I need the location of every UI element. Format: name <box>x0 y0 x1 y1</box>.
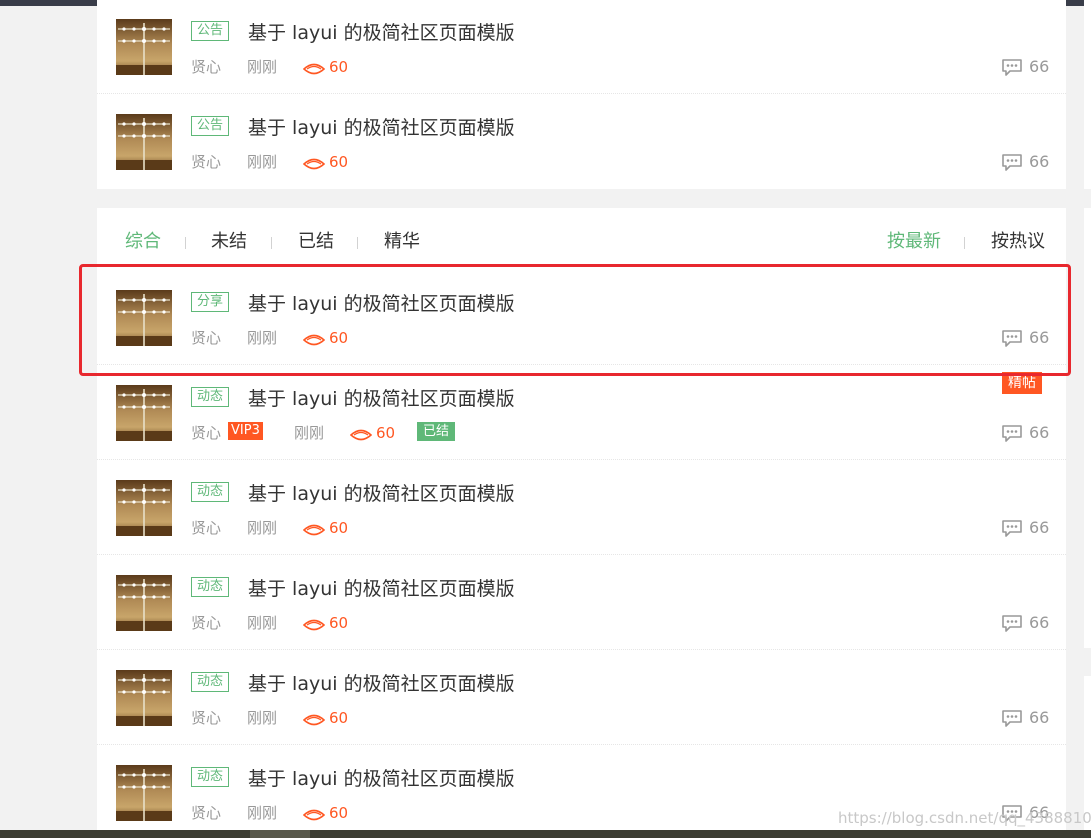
comments-count: 66 <box>1029 613 1050 632</box>
views-count: 60 <box>329 804 349 822</box>
comment-icon <box>1001 153 1023 175</box>
post-author[interactable]: 贤心 <box>191 517 221 539</box>
tab-divider <box>357 237 358 249</box>
sort-hot[interactable]: 按热议 <box>991 227 1045 253</box>
post-time: 刚刚 <box>247 614 278 632</box>
avatar[interactable] <box>116 290 172 346</box>
post-tag: 动态 <box>191 672 230 692</box>
comments-count: 66 <box>1029 152 1050 171</box>
post-author[interactable]: 贤心 <box>191 422 221 444</box>
tab-solved[interactable]: 已结 <box>298 227 334 253</box>
post-time: 刚刚 <box>247 519 278 537</box>
post-title[interactable]: 基于 layui 的极简社区页面模版 <box>248 669 515 696</box>
post-author[interactable]: 贤心 <box>191 612 221 634</box>
comments-count: 66 <box>1029 708 1050 727</box>
post-title[interactable]: 基于 layui 的极简社区页面模版 <box>248 574 515 601</box>
bottom-bar <box>0 830 1091 838</box>
post-title[interactable]: 基于 layui 的极简社区页面模版 <box>248 764 515 791</box>
eye-icon <box>302 155 326 177</box>
filter-tabs: 综合 未结 已结 精华 按最新 按热议 <box>97 208 1066 268</box>
post-time: 刚刚 <box>247 58 278 76</box>
eye-icon <box>302 616 326 638</box>
views-count: 60 <box>329 614 349 632</box>
side-panel-edge <box>1084 208 1091 648</box>
post-title[interactable]: 基于 layui 的极简社区页面模版 <box>248 113 515 140</box>
avatar[interactable] <box>116 114 172 170</box>
comment-icon <box>1001 424 1023 446</box>
sort-divider <box>964 237 965 249</box>
list-item[interactable]: 分享 基于 layui 的极简社区页面模版 贤心 刚刚 60 66 <box>97 271 1066 365</box>
avatar[interactable] <box>116 19 172 75</box>
comment-icon <box>1001 614 1023 636</box>
side-panel-edge <box>1084 0 1091 189</box>
list-item[interactable]: 公告 基于 layui 的极简社区页面模版 贤心 刚刚 60 66 <box>97 95 1066 189</box>
post-time: 刚刚 <box>247 804 278 822</box>
vip-badge: VIP3 <box>228 422 263 440</box>
tab-all[interactable]: 综合 <box>125 227 161 253</box>
post-tag: 动态 <box>191 577 230 597</box>
post-time: 刚刚 <box>247 329 278 347</box>
post-author[interactable]: 贤心 <box>191 56 221 78</box>
comment-icon <box>1001 329 1023 351</box>
post-author[interactable]: 贤心 <box>191 327 221 349</box>
list-item[interactable]: 公告 基于 layui 的极简社区页面模版 贤心 刚刚 60 66 <box>97 0 1066 94</box>
sort-newest[interactable]: 按最新 <box>887 227 941 253</box>
post-tag: 公告 <box>191 21 230 41</box>
post-tag: 动态 <box>191 767 230 787</box>
post-author[interactable]: 贤心 <box>191 707 221 729</box>
list-item[interactable]: 动态 基于 layui 的极简社区页面模版 贤心 刚刚 60 66 <box>97 461 1066 555</box>
eye-icon <box>302 806 326 828</box>
post-tag: 分享 <box>191 292 230 312</box>
views-count: 60 <box>329 519 349 537</box>
comments-count: 66 <box>1029 328 1050 347</box>
list-item[interactable]: 动态 基于 layui 的极简社区页面模版 精帖 贤心 VIP3 刚刚 60 已… <box>97 366 1066 460</box>
avatar[interactable] <box>116 480 172 536</box>
views-count: 60 <box>329 58 349 76</box>
post-tag: 动态 <box>191 482 230 502</box>
list-item[interactable]: 动态 基于 layui 的极简社区页面模版 贤心 刚刚 60 66 <box>97 651 1066 745</box>
watermark: https://blog.csdn.net/qq_43888109 <box>838 809 1091 827</box>
avatar[interactable] <box>116 765 172 821</box>
eye-icon <box>349 426 373 448</box>
views-count: 60 <box>376 424 396 442</box>
avatar[interactable] <box>116 670 172 726</box>
post-time: 刚刚 <box>247 709 278 727</box>
post-title[interactable]: 基于 layui 的极简社区页面模版 <box>248 289 515 316</box>
side-panel-edge <box>1084 676 1091 830</box>
post-time: 刚刚 <box>294 424 325 442</box>
eye-icon <box>302 711 326 733</box>
post-title[interactable]: 基于 layui 的极简社区页面模版 <box>248 384 515 411</box>
post-title[interactable]: 基于 layui 的极简社区页面模版 <box>248 479 515 506</box>
comment-icon <box>1001 58 1023 80</box>
post-author[interactable]: 贤心 <box>191 802 221 824</box>
post-title[interactable]: 基于 layui 的极简社区页面模版 <box>248 18 515 45</box>
comment-icon <box>1001 709 1023 731</box>
comment-icon <box>1001 519 1023 541</box>
eye-icon <box>302 331 326 353</box>
comments-count: 66 <box>1029 423 1050 442</box>
bottom-bar-segment <box>250 830 310 838</box>
avatar[interactable] <box>116 385 172 441</box>
comments-count: 66 <box>1029 57 1050 76</box>
views-count: 60 <box>329 153 349 171</box>
tab-featured[interactable]: 精华 <box>384 227 420 253</box>
eye-icon <box>302 60 326 82</box>
featured-badge: 精帖 <box>1002 372 1042 394</box>
post-tag: 公告 <box>191 116 230 136</box>
tab-divider <box>185 237 186 249</box>
avatar[interactable] <box>116 575 172 631</box>
post-time: 刚刚 <box>247 153 278 171</box>
eye-icon <box>302 521 326 543</box>
tab-divider <box>271 237 272 249</box>
comments-count: 66 <box>1029 518 1050 537</box>
views-count: 60 <box>329 709 349 727</box>
tab-unsolved[interactable]: 未结 <box>211 227 247 253</box>
list-item[interactable]: 动态 基于 layui 的极简社区页面模版 贤心 刚刚 60 66 <box>97 556 1066 650</box>
post-tag: 动态 <box>191 387 230 407</box>
solved-badge: 已结 <box>417 422 456 441</box>
views-count: 60 <box>329 329 349 347</box>
post-author[interactable]: 贤心 <box>191 151 221 173</box>
